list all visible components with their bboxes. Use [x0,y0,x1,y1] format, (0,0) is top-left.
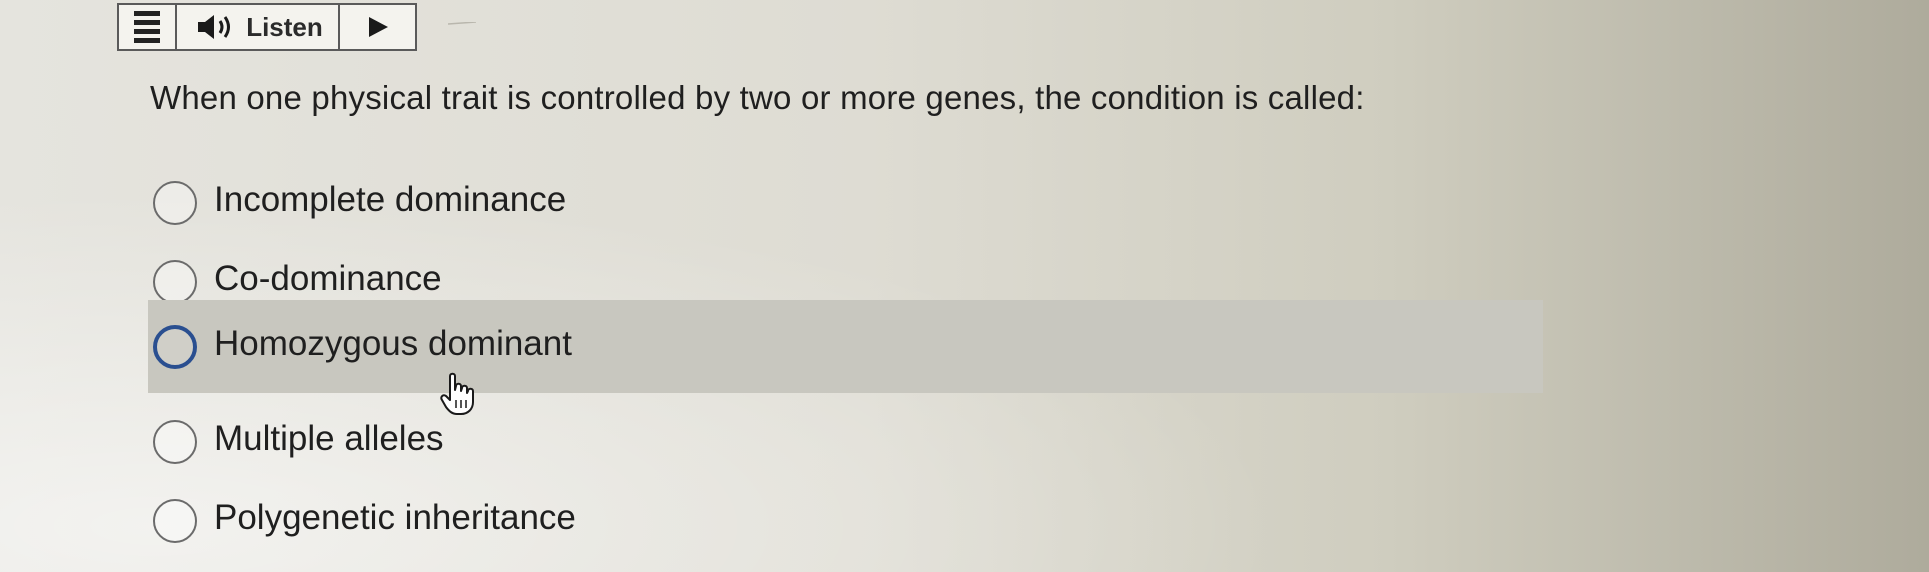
radio-button[interactable] [153,498,197,543]
option-homozygous-dominant[interactable]: Homozygous dominant [148,300,1543,393]
toolbar-menu-button[interactable] [119,5,177,49]
hand-pointer-icon [440,372,474,415]
option-label: Incomplete dominance [214,179,567,219]
option-label: Polygenetic inheritance [214,497,576,537]
screen-smudge [448,22,476,25]
play-button[interactable] [340,5,415,49]
play-icon [368,17,388,37]
listen-label: Listen [246,11,323,42]
radio-button[interactable] [153,180,197,225]
listen-button[interactable]: Listen [177,5,340,49]
option-multiple-alleles[interactable]: Multiple alleles [148,396,1543,487]
radio-button[interactable] [153,259,197,304]
option-label: Multiple alleles [214,418,444,458]
option-label: Co-dominance [214,258,442,298]
radio-button[interactable] [153,419,197,464]
listen-toolbar: Listen [117,3,417,51]
option-polygenetic-inheritance[interactable]: Polygenetic inheritance [148,475,1543,566]
speaker-icon [198,15,231,39]
question-text: When one physical trait is controlled by… [150,79,1365,116]
option-label: Homozygous dominant [214,323,572,363]
option-incomplete-dominance[interactable]: Incomplete dominance [148,157,1543,248]
hamburger-menu-icon [134,11,160,43]
radio-button[interactable] [153,324,197,369]
